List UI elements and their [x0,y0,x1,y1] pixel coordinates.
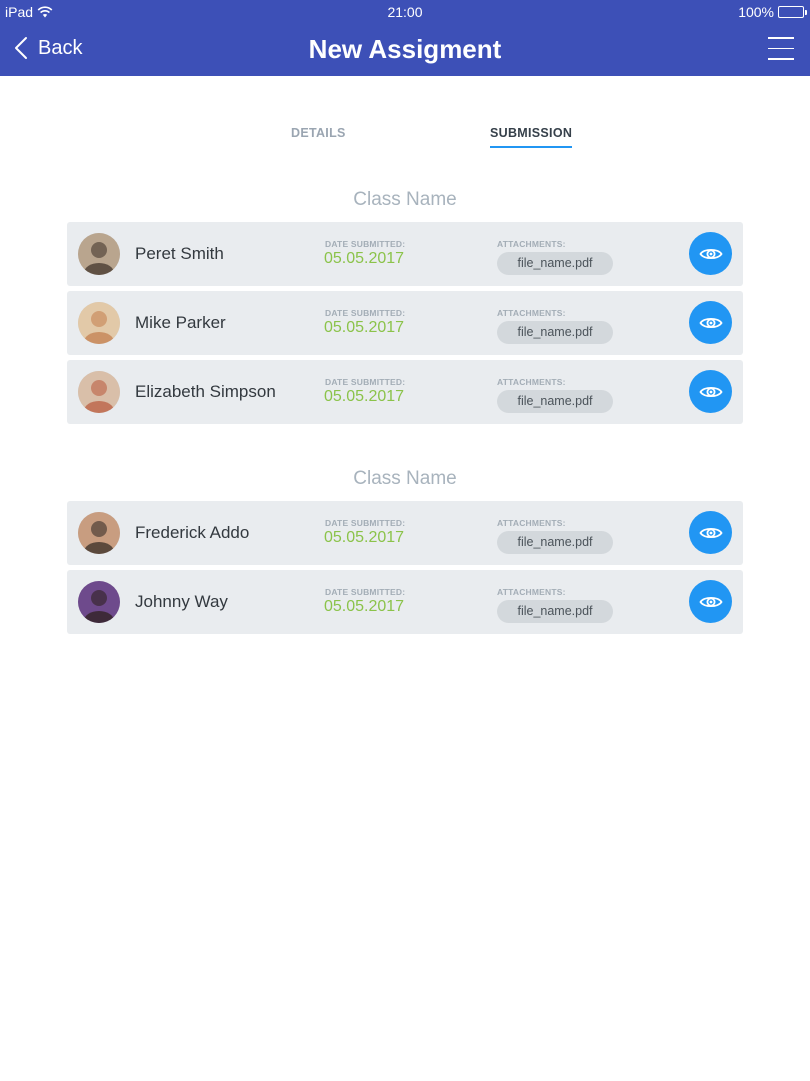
date-submitted-label: DATE SUBMITTED: [325,239,406,249]
student-name: Johnny Way [135,592,228,611]
attachment-file[interactable]: file_name.pdf [497,390,613,413]
view-button[interactable] [689,580,732,623]
battery-percent: 100% [738,4,774,20]
eye-icon [698,525,723,541]
attachments-label: ATTACHMENTS: [497,587,566,597]
date-submitted-value: 05.05.2017 [324,319,405,336]
student-name: Frederick Addo [135,523,250,542]
submission-row: Johnny Way DATE SUBMITTED: 05.05.2017 ATTAC… [67,570,743,634]
eye-icon [698,594,723,610]
status-right: 100% [738,4,807,20]
status-time: 21:00 [387,4,423,20]
chevron-left-icon [15,37,27,59]
attachments-label: ATTACHMENTS: [497,239,566,249]
eye-icon [698,384,723,400]
avatar [78,581,120,623]
submission-row: Peret Smith DATE SUBMITTED: 05.05.2017 ATTA… [67,222,743,286]
back-label: Back [38,36,83,59]
avatar [78,302,120,344]
tab-bar: DETAILS SUBMISSION [0,126,810,150]
view-button[interactable] [689,511,732,554]
view-button[interactable] [689,370,732,413]
tab-submission[interactable]: SUBMISSION [490,126,573,148]
class-name-heading: Class Name [353,468,457,489]
tab-details[interactable]: DETAILS [291,126,346,140]
eye-icon [698,315,723,331]
battery-icon [778,6,807,18]
avatar [78,371,120,413]
submission-row: Elizabeth Simpson DATE SUBMITTED: 05.05.20… [67,360,743,424]
date-submitted-label: DATE SUBMITTED: [325,377,406,387]
date-submitted-label: DATE SUBMITTED: [325,587,406,597]
class-name-heading: Class Name [353,189,457,210]
attachment-file[interactable]: file_name.pdf [497,321,613,344]
student-name: Elizabeth Simpson [135,382,276,401]
date-submitted-value: 05.05.2017 [324,250,405,267]
attachment-file[interactable]: file_name.pdf [497,252,613,275]
view-button[interactable] [689,232,732,275]
date-submitted-label: DATE SUBMITTED: [325,308,406,318]
attachment-file[interactable]: file_name.pdf [497,531,613,554]
avatar [78,512,120,554]
attachments-label: ATTACHMENTS: [497,377,566,387]
nav-header: iPad 21:00 100% Back New Assigment [0,0,810,76]
back-button[interactable]: Back [14,36,82,60]
page-title: New Assigment [308,34,502,64]
attachments-label: ATTACHMENTS: [497,518,566,528]
date-submitted-value: 05.05.2017 [324,388,405,405]
attachment-file[interactable]: file_name.pdf [497,600,613,623]
date-submitted-value: 05.05.2017 [324,598,405,615]
date-submitted-value: 05.05.2017 [324,529,405,546]
submission-row: Frederick Addo DATE SUBMITTED: 05.05.2017 A… [67,501,743,565]
eye-icon [698,246,723,262]
menu-icon[interactable] [768,37,794,61]
student-name: Peret Smith [135,244,224,263]
student-name: Mike Parker [135,313,226,332]
date-submitted-label: DATE SUBMITTED: [325,518,406,528]
submission-row: Mike Parker DATE SUBMITTED: 05.05.2017 ATTA… [67,291,743,355]
view-button[interactable] [689,301,732,344]
avatar [78,233,120,275]
attachments-label: ATTACHMENTS: [497,308,566,318]
